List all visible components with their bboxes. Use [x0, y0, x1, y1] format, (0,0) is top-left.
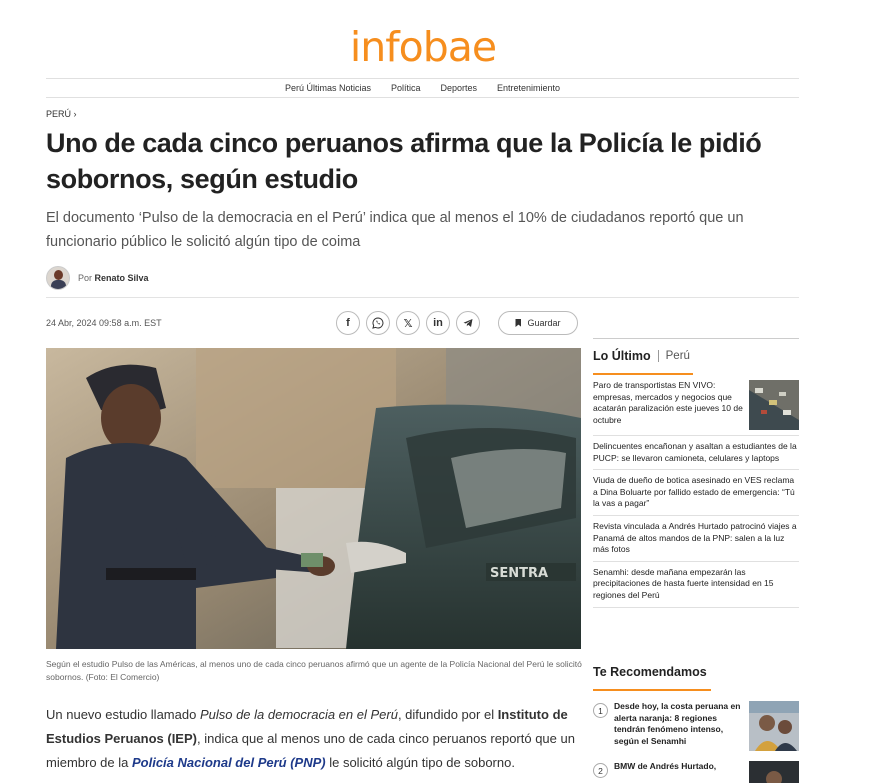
list-item-text[interactable]: Revista vinculada a Andrés Hurtado patro…: [593, 521, 799, 556]
author-name[interactable]: Renato Silva: [95, 273, 149, 283]
photo-illustration: SENTRA: [46, 348, 581, 649]
recommended-section: Te Recomendamos 1 Desde hoy, la costa pe…: [593, 652, 799, 783]
body-text-7: le solicitó algún tipo de soborno.: [325, 755, 515, 770]
body-text-3: , difundido por el: [397, 707, 498, 722]
news-thumbnail[interactable]: [749, 761, 799, 783]
author-prefix: Por: [78, 273, 93, 283]
body-text-1: Un nuevo estudio llamado: [46, 707, 200, 722]
news-thumbnail[interactable]: [749, 701, 799, 751]
list-item-text[interactable]: Paro de transportistas EN VIVO: empresas…: [593, 380, 743, 430]
list-item[interactable]: 1 Desde hoy, la costa peruana en alerta …: [593, 691, 799, 751]
avatar[interactable]: [46, 266, 70, 290]
list-item-text[interactable]: Senamhi: desde mañana empezarán las prec…: [593, 567, 799, 602]
page-title: Uno de cada cinco peruanos afirma que la…: [46, 128, 762, 194]
sidebar-title: Lo Último: [593, 349, 651, 363]
list-item-text[interactable]: BMW de Andrés Hurtado,: [614, 761, 743, 783]
rank-number: 2: [593, 763, 608, 778]
facebook-glyph: f: [346, 317, 350, 329]
nav-item-entretenimiento[interactable]: Entretenimiento: [497, 83, 560, 93]
list-item-text[interactable]: Viuda de dueño de botica asesinado en VE…: [593, 475, 799, 510]
news-thumbnail[interactable]: [749, 380, 799, 430]
x-glyph: 𝕏: [403, 317, 413, 330]
pnp-link[interactable]: Policía Nacional del Perú (PNP): [132, 755, 326, 770]
linkedin-glyph: in: [433, 317, 443, 329]
list-item[interactable]: 2 BMW de Andrés Hurtado,: [593, 751, 799, 783]
telegram-glyph: [463, 319, 473, 327]
sentra-text: SENTRA: [490, 566, 548, 581]
recommended-title: Te Recomendamos: [593, 665, 707, 679]
article-photo[interactable]: SENTRA: [46, 348, 581, 649]
list-item[interactable]: Paro de transportistas EN VIVO: empresas…: [593, 375, 799, 436]
latest-sidebar: Lo Último Perú Paro de transportistas EN…: [593, 338, 799, 608]
author-text: Por Renato Silva: [78, 273, 149, 283]
save-label: Guardar: [527, 318, 561, 328]
breadcrumb[interactable]: PERÚ ›: [46, 109, 77, 119]
save-button[interactable]: Guardar: [498, 311, 578, 335]
list-item[interactable]: Senamhi: desde mañana empezarán las prec…: [593, 562, 799, 608]
list-item[interactable]: Delincuentes encañonan y asaltan a estud…: [593, 436, 799, 471]
facebook-icon[interactable]: f: [336, 311, 360, 335]
nav-item-politica[interactable]: Política: [391, 83, 421, 93]
nav-item-deportes[interactable]: Deportes: [440, 83, 477, 93]
list-item-text[interactable]: Desde hoy, la costa peruana en alerta na…: [614, 701, 743, 751]
sidebar-header: Lo Último Perú: [593, 349, 799, 363]
whatsapp-glyph: [372, 317, 384, 329]
list-item-text[interactable]: Delincuentes encañonan y asaltan a estud…: [593, 441, 799, 464]
list-item[interactable]: Viuda de dueño de botica asesinado en VE…: [593, 470, 799, 516]
sidebar-subtitle[interactable]: Perú: [666, 350, 690, 362]
telegram-icon[interactable]: [456, 311, 480, 335]
rank-number: 1: [593, 703, 608, 718]
nav-item-peru[interactable]: Perú Últimas Noticias: [285, 83, 371, 93]
divider: [46, 297, 799, 298]
header-separator: [657, 350, 659, 362]
whatsapp-icon[interactable]: [366, 311, 390, 335]
list-item[interactable]: Revista vinculada a Andrés Hurtado patro…: [593, 516, 799, 562]
linkedin-icon[interactable]: in: [426, 311, 450, 335]
article-deck: El documento ‘Pulso de la democracia en …: [46, 210, 744, 250]
article-body: Un nuevo estudio llamado Pulso de la dem…: [46, 703, 586, 775]
publish-date: 24 Abr, 2024 09:58 a.m. EST: [46, 318, 162, 328]
sidebar-divider: [593, 338, 799, 339]
photo-caption: Según el estudio Pulso de las Américas, …: [46, 659, 582, 682]
author-byline: Por Renato Silva: [46, 266, 149, 290]
infobae-logo[interactable]: infobae: [0, 22, 846, 72]
body-text-2: Pulso de la democracia en el Perú: [199, 707, 398, 722]
share-bar: f 𝕏 in: [336, 311, 480, 335]
x-icon[interactable]: 𝕏: [396, 311, 420, 335]
top-nav: Perú Últimas Noticias Política Deportes …: [46, 78, 799, 98]
bookmark-icon: [515, 319, 522, 327]
